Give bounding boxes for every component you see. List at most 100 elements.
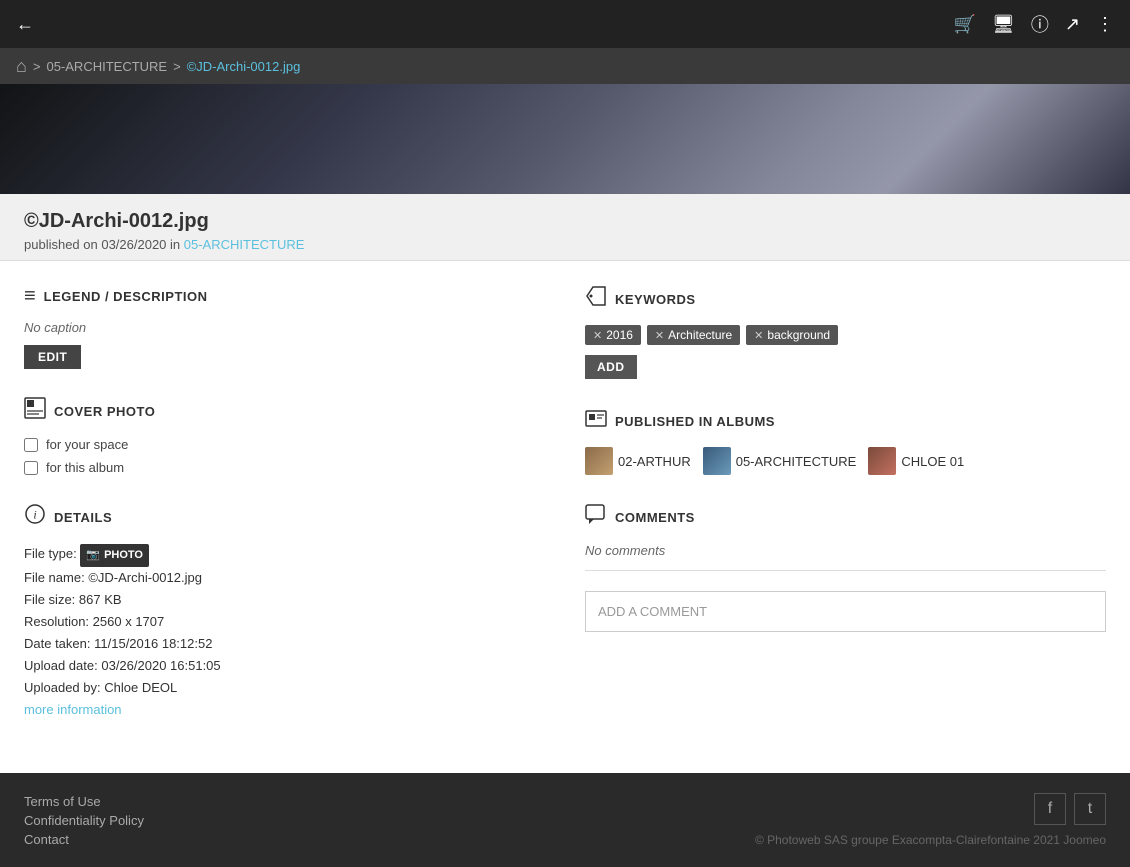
keywords-heading: KEYWORDS <box>615 292 696 307</box>
cover-space-label: for your space <box>46 437 128 452</box>
file-name-label: File name: <box>24 570 85 585</box>
edit-button[interactable]: EDIT <box>24 345 81 369</box>
no-caption: No caption <box>24 320 545 335</box>
details-header: i DETAILS <box>24 503 545 531</box>
file-name-row: File name: ©JD-Archi-0012.jpg <box>24 567 545 589</box>
top-nav: ← 🛒 🖥 ⓘ ↗ ⋮ <box>0 0 1130 48</box>
date-taken-value: 11/15/2016 18:12:52 <box>94 636 212 651</box>
date-taken-label: Date taken: <box>24 636 91 651</box>
albums-section: PUBLISHED IN ALBUMS 02-ARTHUR 05-ARCHITE… <box>585 407 1106 475</box>
file-size-label: File size: <box>24 592 75 607</box>
home-icon[interactable]: ⌂ <box>16 56 27 77</box>
cover-photo-section: COVER PHOTO for your space for this albu… <box>24 397 545 475</box>
photo-strip-image <box>0 84 1130 194</box>
details-icon: i <box>24 503 46 531</box>
add-comment-input[interactable]: ADD A COMMENT <box>585 591 1106 632</box>
keyword-label-2016: 2016 <box>606 328 633 342</box>
cover-checkbox-space: for your space <box>24 437 545 452</box>
breadcrumb-folder[interactable]: 05-ARCHITECTURE <box>46 59 167 74</box>
albums-row: 02-ARTHUR 05-ARCHITECTURE CHLOE 01 <box>585 447 1106 475</box>
keyword-remove-architecture[interactable]: ✕ <box>655 329 664 342</box>
album-arthur[interactable]: 02-ARTHUR <box>585 447 691 475</box>
cover-space-checkbox[interactable] <box>24 438 38 452</box>
album-architecture[interactable]: 05-ARCHITECTURE <box>703 447 857 475</box>
publish-prefix: published on 03/26/2020 in <box>24 237 180 252</box>
comments-header: COMMENTS <box>585 503 1106 531</box>
cover-album-checkbox[interactable] <box>24 461 38 475</box>
menu-icon[interactable]: ⋮ <box>1096 14 1114 35</box>
album-chloe[interactable]: CHLOE 01 <box>868 447 964 475</box>
file-size-value: 867 KB <box>79 592 122 607</box>
legend-heading: LEGEND / DESCRIPTION <box>44 289 208 304</box>
more-info-row: more information <box>24 699 545 721</box>
keyword-tag-background: ✕ background <box>746 325 838 345</box>
file-type-label: File type: <box>24 546 77 561</box>
cover-album-label: for this album <box>46 460 124 475</box>
info-icon[interactable]: ⓘ <box>1031 11 1049 37</box>
keywords-header: KEYWORDS <box>585 285 1106 313</box>
legend-header: ≡ LEGEND / DESCRIPTION <box>24 285 545 308</box>
resolution-label: Resolution: <box>24 614 89 629</box>
more-info-link[interactable]: more information <box>24 702 122 717</box>
footer-right: f t © Photoweb SAS groupe Exacompta-Clai… <box>755 793 1106 847</box>
social-icons: f t <box>1034 793 1106 825</box>
comments-heading: COMMENTS <box>615 510 695 525</box>
album-thumb-arthur <box>585 447 613 475</box>
add-keyword-button[interactable]: ADD <box>585 355 637 379</box>
right-col: KEYWORDS ✕ 2016 ✕ Architecture ✕ backgro… <box>585 285 1106 749</box>
album-name-arthur: 02-ARTHUR <box>618 454 691 469</box>
comments-section: COMMENTS No comments ADD A COMMENT <box>585 503 1106 632</box>
file-type-row: File type: 📷 PHOTO <box>24 543 545 567</box>
keyword-remove-2016[interactable]: ✕ <box>593 329 602 342</box>
page-title-area: ©JD-Archi-0012.jpg published on 03/26/20… <box>0 194 1130 261</box>
file-name-value: ©JD-Archi-0012.jpg <box>88 570 202 585</box>
resolution-row: Resolution: 2560 x 1707 <box>24 611 545 633</box>
uploaded-by-value: Chloe DEOL <box>104 680 177 695</box>
page-title: ©JD-Archi-0012.jpg <box>24 210 1106 233</box>
upload-date-label: Upload date: <box>24 658 98 673</box>
album-thumb-chloe <box>868 447 896 475</box>
keyword-tag-2016: ✕ 2016 <box>585 325 641 345</box>
footer-privacy-link[interactable]: Confidentiality Policy <box>24 813 144 828</box>
footer-terms-link[interactable]: Terms of Use <box>24 794 144 809</box>
back-button[interactable]: ← <box>16 14 34 35</box>
basket-icon[interactable]: 🛒 <box>954 14 976 35</box>
left-col: ≡ LEGEND / DESCRIPTION No caption EDIT C… <box>24 285 545 749</box>
keyword-label-background: background <box>767 328 830 342</box>
photo-strip <box>0 84 1130 194</box>
albums-header: PUBLISHED IN ALBUMS <box>585 407 1106 435</box>
breadcrumb: ⌂ > 05-ARCHITECTURE > ©JD-Archi-0012.jpg <box>0 48 1130 84</box>
breadcrumb-sep1: > <box>33 59 41 74</box>
resolution-value: 2560 x 1707 <box>93 614 165 629</box>
file-size-row: File size: 867 KB <box>24 589 545 611</box>
details-section: i DETAILS File type: 📷 PHOTO File name: … <box>24 503 545 721</box>
publish-info: published on 03/26/2020 in 05-ARCHITECTU… <box>24 237 1106 252</box>
share-icon[interactable]: ↗ <box>1065 14 1080 35</box>
footer-contact-link[interactable]: Contact <box>24 832 144 847</box>
album-name-chloe: CHLOE 01 <box>901 454 964 469</box>
file-type-badge-value: PHOTO <box>104 546 143 565</box>
albums-heading: PUBLISHED IN ALBUMS <box>615 414 775 429</box>
twitter-icon[interactable]: t <box>1074 793 1106 825</box>
monitor-icon[interactable]: 🖥 <box>992 14 1015 35</box>
keywords-icon <box>585 285 607 313</box>
album-thumb-archi <box>703 447 731 475</box>
cover-header: COVER PHOTO <box>24 397 545 425</box>
facebook-icon[interactable]: f <box>1034 793 1066 825</box>
keyword-label-architecture: Architecture <box>668 328 732 342</box>
uploaded-by-row: Uploaded by: Chloe DEOL <box>24 677 545 699</box>
details-heading: DETAILS <box>54 510 112 525</box>
albums-icon <box>585 407 607 435</box>
legend-section: ≡ LEGEND / DESCRIPTION No caption EDIT <box>24 285 545 369</box>
file-type-badge-icon: 📷 <box>86 546 100 565</box>
file-type-badge: 📷 PHOTO <box>80 544 149 567</box>
main-content: ≡ LEGEND / DESCRIPTION No caption EDIT C… <box>0 261 1130 773</box>
keyword-remove-background[interactable]: ✕ <box>754 329 763 342</box>
svg-text:i: i <box>33 508 36 522</box>
no-comments: No comments <box>585 543 1106 558</box>
keyword-tag-architecture: ✕ Architecture <box>647 325 740 345</box>
publish-album-link[interactable]: 05-ARCHITECTURE <box>184 237 305 252</box>
breadcrumb-sep2: > <box>173 59 181 74</box>
footer-links: Terms of Use Confidentiality Policy Cont… <box>24 794 144 847</box>
upload-date-row: Upload date: 03/26/2020 16:51:05 <box>24 655 545 677</box>
